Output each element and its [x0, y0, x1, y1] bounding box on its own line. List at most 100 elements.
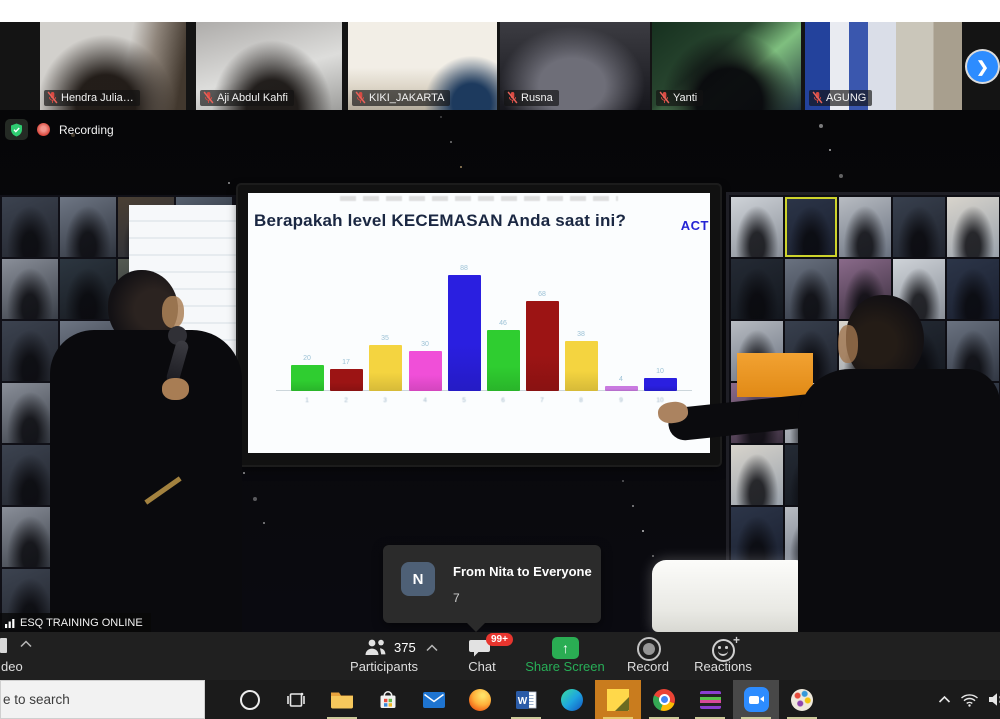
wifi-icon[interactable]: [960, 693, 979, 707]
chart-bar: [330, 369, 363, 391]
mail-icon[interactable]: [411, 680, 457, 719]
chart-bar: [291, 365, 324, 391]
participant-name-label: Aji Abdul Kahfi: [200, 90, 294, 106]
browser-header-blur: [340, 196, 617, 201]
zoom-toolbar: deo 375 Participants 99+ Chat ↑ Share Sc…: [0, 632, 1000, 680]
task-view-icon[interactable]: [273, 680, 319, 719]
participants-count: 375: [394, 640, 416, 655]
star: [450, 141, 452, 143]
participants-label: Participants: [330, 659, 438, 674]
paint-icon[interactable]: [779, 680, 825, 719]
participant-tile[interactable]: AGUNG: [805, 22, 962, 110]
chart-bar: [487, 330, 520, 391]
participant-tile[interactable]: KIKI_JAKARTA: [348, 22, 497, 110]
participant-tile[interactable]: Yanti: [652, 22, 801, 110]
gallery-tile: [839, 197, 891, 257]
bar-value-label: 10: [640, 368, 680, 375]
star: [652, 555, 654, 557]
gallery-tile: [947, 197, 999, 257]
bar-category-label: 3: [365, 397, 405, 404]
filmstrip-next-button[interactable]: ❯: [967, 51, 998, 82]
muted-mic-icon: [47, 91, 58, 104]
window-top-strip: [0, 0, 1000, 22]
poll-question-title: Berapakah level KECEMASAN Anda saat ini?: [254, 211, 654, 231]
muted-mic-icon: [507, 91, 518, 104]
bar-value-label: 88: [444, 265, 484, 272]
zoom-meeting-window: Hendra Julia… Aji Abdul Kahfi KIKI_JAKAR…: [0, 0, 1000, 719]
chat-label: Chat: [450, 659, 514, 674]
star: [263, 522, 265, 524]
star: [829, 149, 831, 151]
gallery-tile: [731, 445, 783, 505]
record-label: Record: [608, 659, 688, 674]
participant-name-label: KIKI_JAKARTA: [352, 90, 450, 106]
presentation-screen: Berapakah level KECEMASAN Anda saat ini?…: [238, 185, 720, 465]
star: [642, 530, 644, 532]
presenter-right: [790, 295, 1000, 632]
muted-mic-icon: [812, 91, 823, 104]
bar-value-label: 17: [326, 359, 366, 366]
bar-category-label: 9: [601, 397, 641, 404]
bar-value-label: 35: [365, 335, 405, 342]
gallery-tile: [893, 197, 945, 257]
star: [632, 505, 634, 507]
security-shield-icon[interactable]: [5, 119, 28, 140]
presenter-left: [50, 270, 245, 632]
participant-tile[interactable]: Hendra Julia…: [40, 22, 186, 110]
star: [460, 166, 462, 168]
act-logo: ACT: [681, 218, 709, 233]
system-tray: [938, 680, 1000, 719]
star: [440, 116, 442, 118]
winrar-icon[interactable]: [687, 680, 733, 719]
file-explorer-icon[interactable]: [319, 680, 365, 719]
star: [839, 174, 843, 178]
bar-value-label: 68: [522, 291, 562, 298]
tray-expand-icon[interactable]: [938, 695, 951, 704]
bar-category-label: 1: [287, 397, 327, 404]
participant-tile[interactable]: Aji Abdul Kahfi: [196, 22, 342, 110]
chat-popup-message: 7: [453, 591, 460, 605]
reactions-label: Reactions: [678, 659, 768, 674]
chat-notification-popup[interactable]: N From Nita to Everyone 7: [383, 545, 601, 623]
participant-tile[interactable]: Rusna: [500, 22, 650, 110]
recording-dot-icon: [37, 123, 50, 136]
word-icon[interactable]: W: [503, 680, 549, 719]
edge-icon[interactable]: [549, 680, 595, 719]
windows-taskbar: e to search W: [0, 680, 1000, 719]
video-camera-icon: [0, 638, 7, 653]
gallery-tile: [60, 197, 116, 257]
zoom-app-icon[interactable]: [733, 680, 779, 719]
gallery-tile: [731, 197, 783, 257]
taskbar-search-input[interactable]: e to search: [0, 680, 205, 719]
participant-name-label: Rusna: [504, 90, 559, 106]
participants-icon: [362, 638, 388, 656]
gallery-tile: [785, 197, 837, 257]
muted-mic-icon: [203, 91, 214, 104]
microsoft-store-icon[interactable]: [365, 680, 411, 719]
chevron-up-icon[interactable]: [20, 640, 32, 648]
participant-name-label: Yanti: [656, 90, 703, 106]
sticky-notes-icon[interactable]: [595, 680, 641, 719]
recording-label: Recording: [59, 123, 114, 137]
chart-bar: [605, 386, 638, 391]
gallery-tile: [731, 259, 783, 319]
bar-value-label: 20: [287, 355, 327, 362]
participant-name-label: Hendra Julia…: [44, 90, 140, 106]
svg-text:W: W: [518, 696, 528, 707]
cortana-icon[interactable]: [227, 680, 273, 719]
stage-video: Recording Berapakah level KECEMASAN Anda…: [0, 110, 1000, 632]
video-button-label: deo: [1, 659, 41, 674]
firefox-icon[interactable]: [457, 680, 503, 719]
white-chair: [652, 560, 810, 632]
chrome-icon[interactable]: [641, 680, 687, 719]
bar-value-label: 30: [405, 341, 445, 348]
star: [622, 480, 624, 482]
chart-bar: [644, 378, 677, 391]
volume-icon[interactable]: [988, 692, 1000, 707]
chevron-up-icon[interactable]: [426, 644, 438, 652]
chat-popup-title: From Nita to Everyone: [453, 564, 592, 579]
active-speaker-label: ESQ TRAINING ONLINE: [0, 613, 151, 632]
bar-category-label: 7: [522, 397, 562, 404]
muted-mic-icon: [659, 91, 670, 104]
gallery-tile: [2, 197, 58, 257]
